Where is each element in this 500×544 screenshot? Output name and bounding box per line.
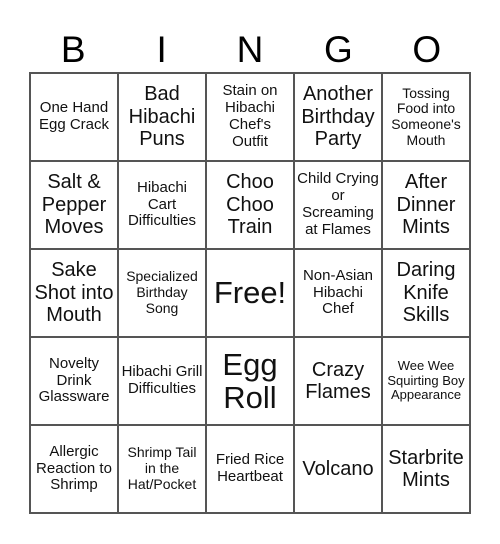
bingo-cell-b3[interactable]: Sake Shot into Mouth: [30, 249, 118, 337]
bingo-cell-b5[interactable]: Allergic Reaction to Shrimp: [30, 425, 118, 513]
header-letter-g: G: [324, 29, 353, 70]
cell-label: Crazy Flames: [305, 358, 371, 403]
header-letter-o: O: [412, 29, 442, 70]
bingo-cell-o1[interactable]: Tossing Food into Someone's Mouth: [382, 73, 470, 161]
cell-label: Bad Hibachi Puns: [128, 83, 196, 151]
bingo-cell-i2[interactable]: Hibachi Cart Difficulties: [118, 161, 206, 249]
bingo-cell-n4[interactable]: Egg Roll: [206, 337, 294, 425]
bingo-header: B I N G O: [29, 28, 471, 72]
cell-label: Specialized Birthday Song: [126, 268, 198, 316]
cell-label: After Dinner Mints: [396, 171, 456, 239]
cell-label: Hibachi Cart Difficulties: [127, 178, 197, 230]
cell-label: Fried Rice Heartbeat: [215, 451, 285, 485]
cell-label: Child Crying or Screaming at Flames: [297, 170, 379, 238]
cell-label: Stain on Hibachi Chef's Outfit: [222, 82, 278, 150]
cell-label: Non-Asian Hibachi Chef: [302, 266, 374, 318]
bingo-cell-g2[interactable]: Child Crying or Screaming at Flames: [294, 161, 382, 249]
cell-label: Salt & Pepper Moves: [41, 171, 107, 239]
cell-label: Sake Shot into Mouth: [34, 259, 114, 327]
bingo-cell-o2[interactable]: After Dinner Mints: [382, 161, 470, 249]
free-space-cell[interactable]: Free!: [206, 249, 294, 337]
cell-label: Shrimp Tail in the Hat/Pocket: [127, 444, 197, 492]
cell-label: Egg Roll: [222, 346, 278, 415]
bingo-cell-g3[interactable]: Non-Asian Hibachi Chef: [294, 249, 382, 337]
bingo-board: One Hand Egg Crack Bad Hibachi Puns Stain …: [29, 72, 471, 514]
bingo-cell-n5[interactable]: Fried Rice Heartbeat: [206, 425, 294, 513]
cell-label: One Hand Egg Crack: [38, 99, 110, 133]
bingo-cell-o4[interactable]: Wee Wee Squirting Boy Appearance: [382, 337, 470, 425]
cell-label: Starbrite Mints: [388, 446, 464, 491]
cell-label: Wee Wee Squirting Boy Appearance: [387, 358, 465, 403]
header-letter-n: N: [236, 29, 264, 70]
bingo-cell-i3[interactable]: Specialized Birthday Song: [118, 249, 206, 337]
bingo-cell-b2[interactable]: Salt & Pepper Moves: [30, 161, 118, 249]
bingo-cell-b1[interactable]: One Hand Egg Crack: [30, 73, 118, 161]
cell-label: Tossing Food into Someone's Mouth: [391, 84, 461, 148]
bingo-cell-i5[interactable]: Shrimp Tail in the Hat/Pocket: [118, 425, 206, 513]
bingo-cell-n2[interactable]: Choo Choo Train: [206, 161, 294, 249]
cell-label: Free!: [213, 275, 287, 311]
cell-label: Allergic Reaction to Shrimp: [36, 442, 112, 494]
cell-label: Hibachi Grill Difficulties: [121, 363, 203, 397]
cell-label: Volcano: [302, 457, 374, 480]
cell-label: Daring Knife Skills: [396, 259, 456, 327]
bingo-cell-g5[interactable]: Volcano: [294, 425, 382, 513]
bingo-cell-o5[interactable]: Starbrite Mints: [382, 425, 470, 513]
bingo-cell-g1[interactable]: Another Birthday Party: [294, 73, 382, 161]
cell-label: Another Birthday Party: [301, 83, 375, 151]
bingo-cell-g4[interactable]: Crazy Flames: [294, 337, 382, 425]
bingo-cell-o3[interactable]: Daring Knife Skills: [382, 249, 470, 337]
bingo-cell-n1[interactable]: Stain on Hibachi Chef's Outfit: [206, 73, 294, 161]
cell-label: Novelty Drink Glassware: [38, 354, 110, 406]
bingo-cell-i1[interactable]: Bad Hibachi Puns: [118, 73, 206, 161]
cell-label: Choo Choo Train: [226, 171, 274, 239]
header-letter-b: B: [60, 29, 86, 70]
bingo-cell-i4[interactable]: Hibachi Grill Difficulties: [118, 337, 206, 425]
header-letter-i: I: [156, 29, 167, 70]
bingo-cell-b4[interactable]: Novelty Drink Glassware: [30, 337, 118, 425]
